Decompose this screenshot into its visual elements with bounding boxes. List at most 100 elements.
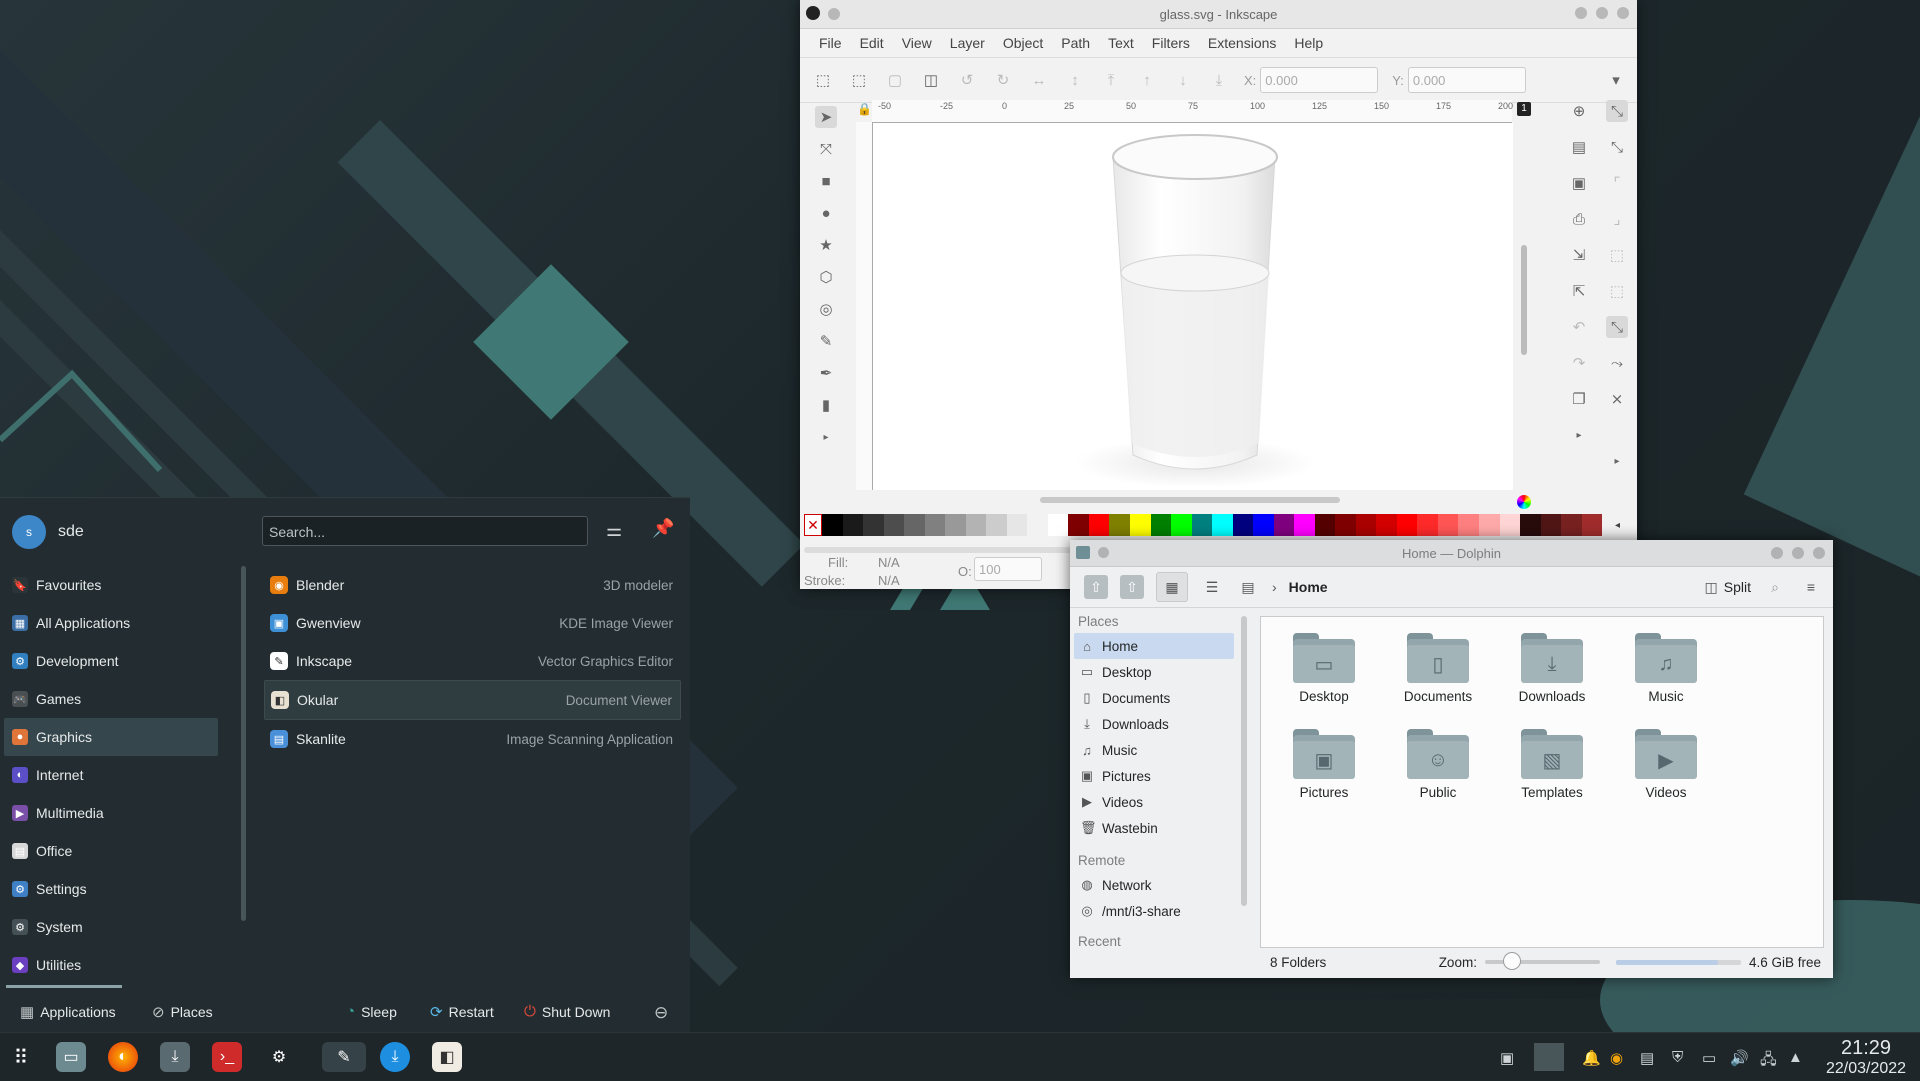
place-item-pictures[interactable]: ▣ Pictures — [1070, 763, 1240, 789]
color-swatch[interactable] — [1520, 514, 1541, 536]
security-shield-icon[interactable]: ⛨ — [1672, 1049, 1683, 1066]
compact-view-icon[interactable]: ☰ — [1200, 575, 1224, 599]
category-scrollbar[interactable] — [241, 566, 246, 921]
snap-toggle-icon[interactable]: ⤡ — [1606, 100, 1628, 122]
leave-button[interactable]: ⊖ — [654, 1003, 668, 1023]
app-item-inkscape[interactable]: ✎ Inkscape Vector Graphics Editor — [264, 642, 681, 680]
snap-bbox-icon[interactable]: ⤡ — [1606, 136, 1628, 158]
color-swatch[interactable] — [1253, 514, 1274, 536]
color-swatch[interactable] — [1396, 514, 1418, 536]
inkscape-window[interactable]: glass.svg - Inkscape File Edit View Layer Ob… — [800, 0, 1637, 589]
color-swatch[interactable] — [1355, 514, 1377, 536]
maximize-button[interactable] — [1792, 547, 1804, 559]
color-swatch[interactable] — [1561, 514, 1582, 536]
folder-desktop[interactable]: ▭ Desktop — [1269, 633, 1379, 704]
color-swatch[interactable] — [883, 514, 905, 536]
color-swatch[interactable] — [1088, 514, 1110, 536]
settings-task-icon[interactable]: ⚙ — [264, 1042, 294, 1072]
snap-more-chevron-icon[interactable]: ▸ — [1606, 450, 1628, 472]
snap-bbox-corner-icon[interactable]: ⌟ — [1606, 208, 1628, 230]
place-item-home[interactable]: ⌂ Home — [1074, 633, 1234, 659]
place-item-downloads[interactable]: ⤓ Downloads — [1070, 711, 1240, 737]
menu-extensions[interactable]: Extensions — [1199, 35, 1285, 51]
inkscape-task-icon[interactable]: ✎ — [322, 1042, 366, 1072]
keep-above-button[interactable] — [1098, 547, 1109, 558]
color-swatch[interactable] — [1294, 514, 1315, 536]
export-icon[interactable]: ⇱ — [1568, 280, 1590, 302]
minimize-button[interactable] — [1575, 7, 1587, 19]
spiral-tool-icon[interactable]: ◎ — [815, 298, 837, 320]
commands-more-chevron-icon[interactable]: ▸ — [1568, 424, 1590, 446]
star-tool-icon[interactable]: ★ — [815, 234, 837, 256]
layer-indicator[interactable]: 1 — [1517, 102, 1531, 116]
color-swatch[interactable] — [965, 514, 987, 536]
network-icon[interactable]: 🖧 — [1760, 1049, 1777, 1074]
place-item-network[interactable]: ◍ Network — [1070, 872, 1240, 898]
color-swatch[interactable] — [1191, 514, 1213, 536]
menu-text[interactable]: Text — [1099, 35, 1143, 51]
menu-view[interactable]: View — [893, 35, 941, 51]
category-graphics[interactable]: ● Graphics — [4, 718, 218, 756]
flip-horizontal-icon[interactable]: ↔ — [1028, 69, 1050, 91]
select-all-layers-icon[interactable]: ⬚ — [848, 69, 870, 91]
hamburger-menu-icon[interactable]: ≡ — [1799, 575, 1823, 599]
menu-object[interactable]: Object — [994, 35, 1052, 51]
inkscape-app-icon[interactable] — [806, 6, 820, 20]
clock[interactable]: 21:29 22/03/2022 — [1818, 1037, 1914, 1078]
dolphin-titlebar[interactable]: Home — Dolphin — [1070, 540, 1833, 567]
firefox-task-icon[interactable]: ◐ — [108, 1042, 138, 1072]
calligraphy-tool-icon[interactable]: ▮ — [815, 394, 837, 416]
dolphin-window[interactable]: Home — Dolphin ⇧ ⇧ ▦ ☰ ▤ › Home ◫ Split … — [1070, 540, 1833, 978]
sleep-button[interactable]: ◔ Sleep — [346, 1003, 397, 1020]
save-icon[interactable]: ▣ — [1568, 172, 1590, 194]
color-swatch[interactable] — [924, 514, 946, 536]
download-manager-task-icon[interactable]: ⤓ — [160, 1042, 190, 1072]
snap-path-icon[interactable]: ⤳ — [1606, 352, 1628, 374]
snap-intersection-icon[interactable]: ⨯ — [1606, 388, 1628, 410]
place-item-desktop[interactable]: ▭ Desktop — [1070, 659, 1240, 685]
color-swatch[interactable] — [822, 514, 843, 536]
breadcrumb[interactable]: Home — [1289, 579, 1328, 595]
folder-public[interactable]: ☺ Public — [1383, 729, 1493, 800]
split-button[interactable]: ◫ Split — [1705, 579, 1751, 596]
zoom-slider[interactable] — [1484, 952, 1600, 970]
user-avatar[interactable]: s — [12, 515, 46, 549]
import-icon[interactable]: ⇲ — [1568, 244, 1590, 266]
lower-to-bottom-icon[interactable]: ⤓ — [1208, 69, 1230, 91]
inkscape-titlebar[interactable]: glass.svg - Inkscape — [800, 0, 1637, 29]
menu-help[interactable]: Help — [1285, 35, 1332, 51]
folder-view[interactable]: ▭ Desktop ▯ Documents ⤓ Downloads ♫ Music ▣ Pictu… — [1260, 616, 1824, 948]
forward-icon[interactable]: ⇧ — [1120, 575, 1144, 599]
okular-task-icon[interactable]: ◧ — [432, 1042, 462, 1072]
place-item-wastebin[interactable]: 🗑 Wastebin — [1070, 815, 1240, 841]
category-internet[interactable]: ◐ Internet — [4, 756, 218, 794]
folder-documents[interactable]: ▯ Documents — [1383, 633, 1493, 704]
color-palette[interactable] — [822, 514, 1603, 536]
node-tool-icon[interactable]: ⤧ — [815, 138, 837, 160]
color-swatch[interactable] — [1335, 514, 1356, 536]
pencil-tool-icon[interactable]: ✎ — [815, 330, 837, 352]
restart-button[interactable]: ⟳ Restart — [430, 1003, 494, 1021]
category-system[interactable]: ⚙ System — [4, 908, 218, 946]
color-swatch[interactable] — [863, 514, 884, 536]
category-settings[interactable]: ⚙ Settings — [4, 870, 218, 908]
search-input[interactable]: Search... — [262, 516, 588, 546]
color-swatch[interactable] — [1273, 514, 1295, 536]
rotate-cw-icon[interactable]: ↻ — [992, 69, 1014, 91]
notifications-icon[interactable]: 🔔 — [1582, 1049, 1601, 1067]
color-swatch[interactable] — [1499, 514, 1521, 536]
color-swatch[interactable] — [1437, 514, 1459, 536]
details-view-icon[interactable]: ▤ — [1236, 575, 1260, 599]
color-swatch[interactable] — [1479, 514, 1500, 536]
category-multimedia[interactable]: ▶ Multimedia — [4, 794, 218, 832]
show-desktop-icon[interactable]: ▣ — [1500, 1049, 1514, 1067]
category-all-applications[interactable]: ▦ All Applications — [4, 604, 218, 642]
terminal-task-icon[interactable]: ›_ — [212, 1042, 242, 1072]
search-icon[interactable]: ⌕ — [1763, 575, 1787, 599]
keep-above-button[interactable] — [828, 8, 840, 20]
color-swatch[interactable] — [1006, 514, 1028, 536]
color-swatch[interactable] — [1232, 514, 1254, 536]
vertical-scrollbar[interactable] — [1520, 120, 1528, 490]
redo-icon[interactable]: ↷ — [1568, 352, 1590, 374]
ellipse-tool-icon[interactable]: ● — [815, 202, 837, 224]
